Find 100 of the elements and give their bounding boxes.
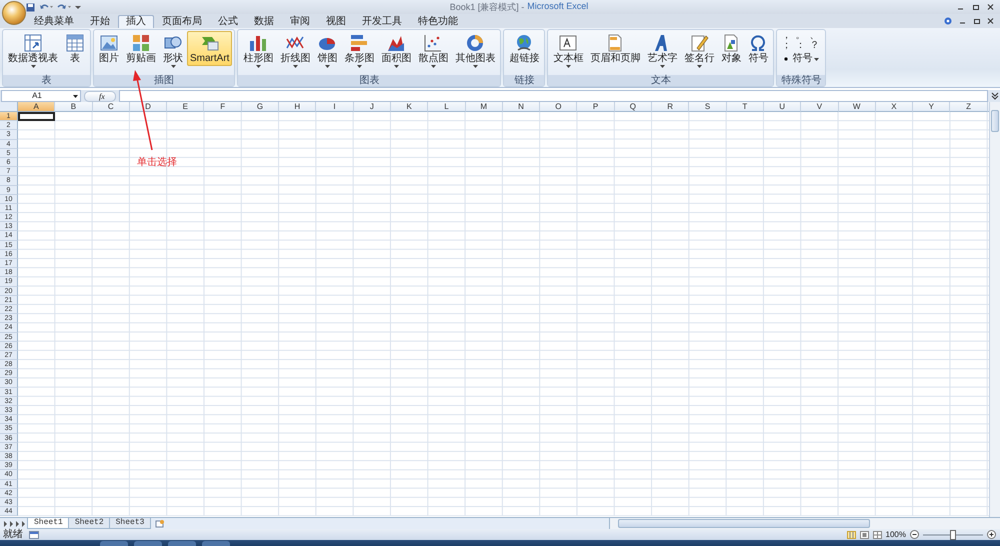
ribbon-button[interactable]: 面积图 xyxy=(378,31,414,70)
column-header[interactable]: G xyxy=(242,102,280,112)
symbol-button[interactable]: 。 xyxy=(793,31,808,41)
ribbon-tab[interactable]: 特色功能 xyxy=(410,15,466,28)
restore-icon[interactable] xyxy=(973,18,980,24)
formula-input[interactable] xyxy=(118,90,988,102)
ribbon-button[interactable]: 剪贴画 xyxy=(123,31,159,66)
ribbon-button[interactable]: 艺术字 xyxy=(644,31,680,70)
horizontal-scrollbar[interactable] xyxy=(609,518,1000,529)
normal-view-icon[interactable] xyxy=(846,530,856,538)
column-header[interactable]: Q xyxy=(614,102,652,112)
ribbon-tab[interactable]: 开始 xyxy=(82,15,118,28)
ribbon-button[interactable]: 文本框 xyxy=(550,31,586,70)
macro-record-icon[interactable] xyxy=(29,530,39,538)
ribbon-tab[interactable]: 公式 xyxy=(210,15,246,28)
column-header[interactable]: F xyxy=(204,102,242,112)
group-label: 插图 xyxy=(94,75,234,86)
ribbon-button[interactable]: 图片 xyxy=(96,31,122,66)
insert-function-button[interactable]: fx xyxy=(84,90,116,102)
caret-icon xyxy=(566,65,571,68)
column-header[interactable]: X xyxy=(876,102,914,112)
ribbon-tab[interactable]: 视图 xyxy=(318,15,354,28)
column-header[interactable]: C xyxy=(92,102,130,112)
column-header[interactable]: V xyxy=(801,102,839,112)
restore-icon[interactable] xyxy=(972,4,979,10)
ribbon-tab[interactable]: 审阅 xyxy=(282,15,318,28)
ribbon-button[interactable]: 页眉和页脚 xyxy=(587,31,644,66)
help-icon[interactable] xyxy=(944,17,952,25)
ribbon-tab[interactable]: 开发工具 xyxy=(354,15,410,28)
column-header[interactable]: R xyxy=(652,102,690,112)
zoom-out-icon[interactable] xyxy=(910,530,919,539)
ribbon-button[interactable]: 符号 xyxy=(779,52,822,65)
column-header[interactable]: T xyxy=(726,102,764,112)
insert-sheet-icon[interactable] xyxy=(155,520,166,528)
ribbon-tab[interactable]: 数据 xyxy=(246,15,282,28)
ribbon-button[interactable]: 签名行 xyxy=(681,31,718,70)
column-header[interactable]: B xyxy=(55,102,93,112)
symbol-button[interactable]: ： xyxy=(793,41,808,51)
column-header[interactable]: M xyxy=(466,102,503,112)
column-header[interactable]: H xyxy=(279,102,316,112)
zoom-thumb[interactable] xyxy=(950,530,956,540)
symbol-button[interactable]: ？ xyxy=(807,41,822,51)
caret-icon xyxy=(472,65,478,68)
ribbon-button[interactable]: 饼图 xyxy=(314,31,340,70)
donut-chart-icon xyxy=(465,33,486,53)
ribbon-button[interactable]: 其他图表 xyxy=(452,31,498,70)
page-break-icon[interactable] xyxy=(872,530,882,538)
ribbon-button[interactable]: 柱形图 xyxy=(240,31,276,70)
ribbon-button[interactable]: 超链接 xyxy=(506,31,542,66)
sheet-tab[interactable]: Sheet3 xyxy=(108,518,152,529)
ribbon-tab[interactable]: 插入 xyxy=(118,15,154,28)
ribbon-button[interactable]: 表 xyxy=(62,31,88,66)
ribbon-button[interactable]: 条形图 xyxy=(341,31,378,70)
bullet-icon xyxy=(782,54,790,62)
column-header[interactable]: S xyxy=(689,102,727,112)
ribbon-button[interactable]: 符号 xyxy=(745,31,772,66)
name-box[interactable]: A1 xyxy=(1,90,81,102)
column-header[interactable]: P xyxy=(577,102,615,112)
selected-cell[interactable] xyxy=(18,112,56,122)
caret-icon xyxy=(430,65,436,68)
ribbon-tab[interactable]: 页面布局 xyxy=(154,15,210,28)
undo-icon[interactable] xyxy=(39,3,53,11)
symbol-button[interactable]: ； xyxy=(779,41,794,51)
sheet-tab[interactable]: Sheet2 xyxy=(68,518,111,529)
column-header[interactable]: N xyxy=(502,102,540,112)
ribbon-button[interactable]: 散点图 xyxy=(415,31,452,70)
pivot-table-icon xyxy=(23,33,43,53)
redo-icon[interactable] xyxy=(57,3,71,11)
ribbon-button[interactable]: 折线图 xyxy=(277,31,314,70)
column-header[interactable]: I xyxy=(316,102,354,112)
column-header[interactable]: K xyxy=(390,102,428,112)
column-header[interactable]: A xyxy=(18,102,56,112)
column-header[interactable]: U xyxy=(764,102,802,112)
column-header[interactable]: E xyxy=(167,102,204,112)
column-header[interactable]: Y xyxy=(913,102,950,112)
ribbon-button[interactable]: 数据透视表 xyxy=(5,31,61,70)
page-layout-icon[interactable] xyxy=(860,530,869,538)
ribbon-tab[interactable]: 经典菜单 xyxy=(26,15,82,28)
column-header[interactable]: L xyxy=(428,102,466,112)
sheet-tab[interactable]: Sheet1 xyxy=(27,518,70,529)
bar-chart-icon xyxy=(349,33,370,53)
ribbon-button[interactable]: SmartArt xyxy=(187,31,232,66)
ribbon-button[interactable]: 对象 xyxy=(718,31,744,66)
zoom-in-icon[interactable] xyxy=(987,530,996,539)
column-header[interactable]: D xyxy=(130,102,168,112)
close-icon[interactable] xyxy=(987,4,994,10)
vertical-scrollbar[interactable] xyxy=(989,102,1000,517)
cell-grid[interactable] xyxy=(18,112,989,516)
ribbon-button[interactable]: 形状 xyxy=(160,31,186,70)
close-icon[interactable] xyxy=(987,18,994,24)
column-header[interactable]: W xyxy=(838,102,876,112)
column-header[interactable]: O xyxy=(540,102,578,112)
customize-icon[interactable] xyxy=(75,4,81,10)
caret-icon xyxy=(170,65,176,68)
save-icon[interactable] xyxy=(26,2,35,12)
symbol-button[interactable]: ， xyxy=(779,31,794,41)
column-header[interactable]: Z xyxy=(950,102,988,112)
column-header[interactable]: J xyxy=(354,102,391,112)
expand-icon[interactable] xyxy=(991,91,999,101)
symbol-button[interactable]: 、 xyxy=(807,31,822,41)
